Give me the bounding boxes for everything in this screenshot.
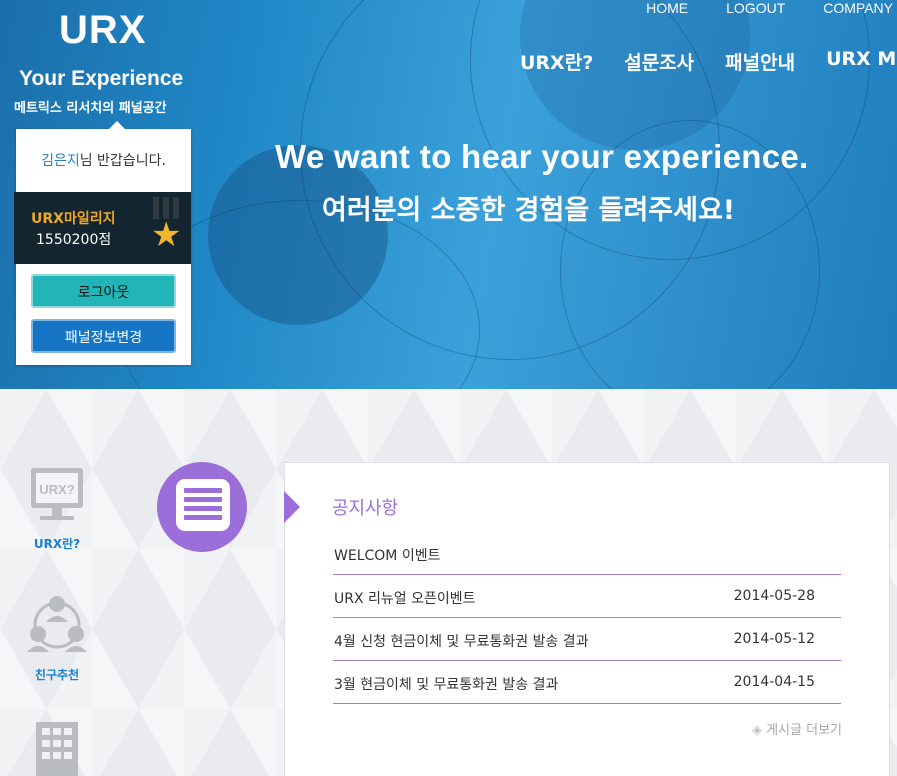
top-nav-home[interactable]: HOME bbox=[646, 0, 688, 16]
notice-item-date: 2014-04-15 bbox=[733, 674, 815, 690]
mileage-value: 1550200점 bbox=[36, 232, 112, 248]
monitor-icon-text: URX? bbox=[39, 482, 74, 497]
notice-item-date: 2014-05-28 bbox=[733, 588, 815, 604]
document-icon bbox=[176, 479, 230, 531]
brand-tagline: Your Experience bbox=[19, 67, 184, 90]
card-notch bbox=[109, 121, 125, 129]
notice-featured-item[interactable]: WELCOM 이벤트 bbox=[333, 532, 841, 575]
sidebar-item-label: URX란? bbox=[33, 537, 81, 551]
star-icon: ★ bbox=[151, 215, 182, 255]
member-card: 김은지님 반갑습니다. ★ URX마일리지 1550200점 로그아웃 패널정보… bbox=[14, 121, 191, 365]
hero-headline: We want to hear your experience. bbox=[275, 138, 809, 175]
people-network-icon bbox=[27, 596, 87, 652]
brand-subtagline: 메트릭스 리서치의 패널공간 bbox=[14, 101, 167, 116]
panel-pointer bbox=[284, 491, 300, 523]
notice-panel: 공지사항 WELCOM 이벤트 URX 리뉴얼 오픈이벤트 2014-05-28… bbox=[284, 462, 890, 776]
notice-item[interactable]: 4월 신청 현금이체 및 무료통화권 발송 결과 2014-05-12 bbox=[333, 618, 841, 661]
main-nav-panel-guide[interactable]: 패널안내 bbox=[725, 48, 795, 75]
notice-item-title: 4월 신청 현금이체 및 무료통화권 발송 결과 bbox=[334, 634, 589, 650]
greeting: 김은지님 반갑습니다. bbox=[16, 150, 191, 170]
sidebar-item-about[interactable]: URX? URX란? bbox=[18, 465, 96, 552]
username: 김은지 bbox=[41, 153, 80, 169]
more-posts-link[interactable]: ◈ 게시글 더보기 bbox=[752, 719, 842, 738]
main-nav-survey[interactable]: 설문조사 bbox=[624, 48, 694, 75]
greeting-suffix: 님 반갑습니다. bbox=[79, 153, 166, 169]
main-nav: URX란? 설문조사 패널안내 URX Mall bbox=[520, 48, 897, 75]
sidebar-item-company[interactable] bbox=[18, 720, 96, 776]
notice-item-title: WELCOM 이벤트 bbox=[334, 548, 441, 564]
hero-subheadline: 여러분의 소중한 경험을 들려주세요! bbox=[322, 195, 736, 226]
notice-item-title: 3월 현금이체 및 무료통화권 발송 결과 bbox=[334, 677, 559, 693]
more-posts-label: 게시글 더보기 bbox=[766, 723, 842, 738]
notice-board-icon bbox=[157, 462, 247, 552]
notice-item-title: URX 리뉴얼 오픈이벤트 bbox=[334, 591, 476, 607]
main-nav-mall[interactable]: URX Mall bbox=[826, 48, 897, 75]
mileage-box: ★ URX마일리지 1550200점 bbox=[14, 192, 191, 264]
notice-title: 공지사항 bbox=[332, 498, 399, 519]
notice-item[interactable]: 3월 현금이체 및 무료통화권 발송 결과 2014-04-15 bbox=[333, 661, 841, 704]
notice-item[interactable]: URX 리뉴얼 오픈이벤트 2014-05-28 bbox=[333, 575, 841, 618]
top-nav: HOME LOGOUT COMPANY bbox=[646, 0, 893, 16]
diamond-icon: ◈ bbox=[752, 723, 763, 738]
notice-item-date: 2014-05-12 bbox=[733, 631, 815, 647]
main-nav-about[interactable]: URX란? bbox=[520, 48, 593, 75]
sidebar-item-refer-friend[interactable]: 친구추천 bbox=[18, 592, 96, 683]
monitor-icon: URX? bbox=[31, 468, 83, 520]
sidebar-item-label: 친구추천 bbox=[34, 668, 80, 682]
edit-profile-button[interactable]: 패널정보변경 bbox=[31, 319, 176, 353]
top-nav-company[interactable]: COMPANY bbox=[823, 0, 893, 16]
top-nav-logout[interactable]: LOGOUT bbox=[726, 0, 785, 16]
mileage-label: URX마일리지 bbox=[31, 211, 116, 227]
site-logo[interactable]: URX bbox=[59, 8, 146, 53]
building-icon bbox=[36, 722, 78, 776]
logout-button[interactable]: 로그아웃 bbox=[31, 274, 176, 308]
